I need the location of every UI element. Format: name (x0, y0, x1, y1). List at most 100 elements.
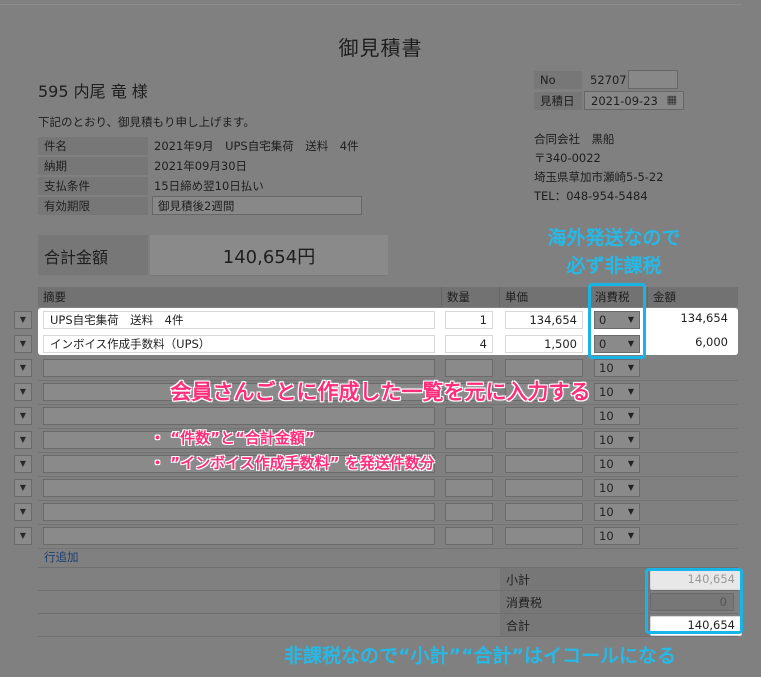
qty-input[interactable]: 1 (445, 311, 493, 329)
qty-input[interactable] (445, 527, 493, 545)
qty-input[interactable] (445, 455, 493, 473)
validity-label: 有効期限 (38, 197, 148, 215)
unit-price-input[interactable] (505, 455, 583, 473)
tax-select-value: 10 (599, 529, 614, 543)
col-item: 摘要 (43, 290, 66, 304)
summary-highlight-box (645, 568, 743, 634)
item-input[interactable] (43, 359, 435, 377)
item-input[interactable]: UPS自宅集荷 送料 4件 (43, 311, 435, 329)
subject-label: 件名 (38, 137, 148, 155)
tax-select[interactable]: 10 ▼ (594, 527, 640, 545)
chevron-down-icon: ▼ (627, 363, 634, 372)
qty-input[interactable] (445, 479, 493, 497)
row-menu-button[interactable]: ▼ (14, 455, 32, 473)
company-tel: TEL：048-954-5484 (534, 189, 648, 203)
table-row: 10 ▼ (38, 405, 738, 429)
qty-input[interactable]: 4 (445, 335, 493, 353)
unit-price-input[interactable] (505, 431, 583, 449)
calendar-icon[interactable]: ▦ (667, 93, 677, 106)
chevron-down-icon: ▼ (627, 531, 634, 540)
company-zip: 〒340-0022 (534, 151, 601, 165)
row-menu-button[interactable]: ▼ (14, 359, 32, 377)
row-menu-button[interactable]: ▼ (14, 431, 32, 449)
chevron-down-icon: ▼ (627, 435, 634, 444)
company-name: 合同会社 黒船 (534, 132, 615, 146)
col-amount: 金額 (647, 287, 738, 307)
chevron-down-icon: ▼ (627, 411, 634, 420)
unit-price-input[interactable] (505, 503, 583, 521)
tax-select-value: 10 (599, 433, 614, 447)
tax-select[interactable]: 10 ▼ (594, 359, 640, 377)
table-row: 10 ▼ (38, 501, 738, 525)
top-divider (0, 4, 742, 5)
unit-price-input[interactable]: 134,654 (505, 311, 583, 329)
amount-value: 6,000 (695, 335, 728, 349)
date-value: 2021-09-23 (591, 94, 658, 108)
item-input[interactable]: インボイス作成手数料（UPS） (43, 335, 435, 353)
tax-callout-line1: 海外発送なので (547, 227, 681, 249)
unit-price-input[interactable] (505, 407, 583, 425)
delivery-label: 納期 (38, 157, 148, 175)
grand-total-label: 合計 (506, 619, 531, 633)
chevron-down-icon: ▼ (627, 483, 634, 492)
validity-input[interactable]: 御見積後2週間 (152, 196, 362, 215)
row-menu-button[interactable]: ▼ (14, 479, 32, 497)
row-menu-button[interactable]: ▼ (14, 311, 32, 329)
qty-input[interactable] (445, 503, 493, 521)
qty-input[interactable] (445, 407, 493, 425)
row-menu-button[interactable]: ▼ (14, 335, 32, 353)
tax-callout-line2: 必ず非課税 (566, 255, 662, 277)
subtotal-label: 小計 (506, 573, 531, 587)
tax-select-value: 10 (599, 409, 614, 423)
grand-total-row: 合計 140,654 (38, 613, 742, 637)
tax-select[interactable]: 10 ▼ (594, 431, 640, 449)
row-menu-button[interactable]: ▼ (14, 527, 32, 545)
customer-name: 595 内尾 竜 様 (38, 82, 148, 101)
chevron-down-icon: ▼ (627, 507, 634, 516)
intro-text: 下記のとおり、御見積もり申し上げます。 (38, 115, 255, 129)
total-amount-label-box: 合計金額 (38, 235, 148, 275)
item-input[interactable] (43, 503, 435, 521)
add-row-link[interactable]: 行追加 (44, 549, 79, 565)
tax-select-value: 10 (599, 481, 614, 495)
payment-value: 15日締め翌10日払い (154, 179, 264, 193)
tax-callout: 海外発送なので 必ず非課税 (524, 224, 704, 280)
no-extra-field[interactable] (628, 70, 678, 89)
total-amount-value: 140,654円 (222, 247, 316, 268)
tax-select[interactable]: 10 ▼ (594, 479, 640, 497)
tax-select-value: 10 (599, 505, 614, 519)
item-input[interactable] (43, 527, 435, 545)
table-row: 10 ▼ (38, 525, 738, 549)
payment-label: 支払条件 (38, 177, 148, 195)
table-row: 10 ▼ (38, 477, 738, 501)
item-input[interactable] (43, 407, 435, 425)
delivery-value: 2021年09月30日 (154, 159, 248, 173)
tax-select[interactable]: 10 ▼ (594, 455, 640, 473)
qty-input[interactable] (445, 431, 493, 449)
unit-price-input[interactable]: 1,500 (505, 335, 583, 353)
tax-select[interactable]: 10 ▼ (594, 503, 640, 521)
main-annotation: 会員さんごとに作成した一覧を元に入力する (170, 380, 591, 404)
tax-select-value: 10 (599, 361, 614, 375)
chevron-down-icon: ▼ (627, 459, 634, 468)
total-amount-label: 合計金額 (44, 248, 109, 267)
tax-highlight-box (588, 283, 646, 359)
item-input[interactable] (43, 479, 435, 497)
tax-select-value: 10 (599, 457, 614, 471)
unit-price-input[interactable] (505, 359, 583, 377)
annotation-bullet-1: ・ “件数”と“合計金額” (150, 429, 315, 447)
tax-row: 消費税 0 (38, 590, 738, 613)
row-menu-button[interactable]: ▼ (14, 503, 32, 521)
col-qty: 数量 (441, 287, 499, 307)
row-menu-button[interactable]: ▼ (14, 407, 32, 425)
tax-total-label: 消費税 (506, 596, 543, 610)
unit-price-input[interactable] (505, 479, 583, 497)
bottom-annotation: 非課税なので“小計”“合計”はイコールになる (284, 645, 676, 667)
subject-value: 2021年9月 UPS自宅集荷 送料 4件 (154, 139, 359, 153)
qty-input[interactable] (445, 359, 493, 377)
date-input[interactable]: 2021-09-23 ▦ (584, 91, 684, 110)
subtotal-row: 小計 140,654 (38, 567, 742, 590)
unit-price-input[interactable] (505, 527, 583, 545)
tax-select[interactable]: 10 ▼ (594, 407, 640, 425)
table-row: 10 ▼ (38, 429, 738, 453)
